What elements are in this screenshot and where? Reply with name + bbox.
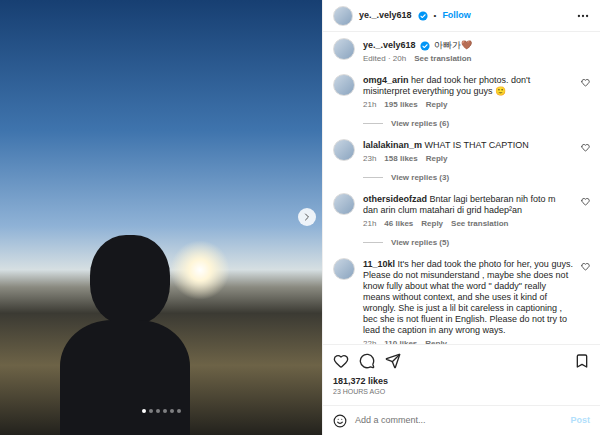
share-icon[interactable] bbox=[385, 353, 401, 369]
carousel-dot[interactable] bbox=[163, 409, 167, 413]
emoji-icon[interactable] bbox=[333, 414, 347, 428]
avatar[interactable] bbox=[333, 74, 355, 96]
caption: ye._.vely618 아빠가🤎 Edited · 20h See translat… bbox=[333, 38, 590, 64]
carousel-dot[interactable] bbox=[177, 409, 181, 413]
username[interactable]: othersideofzad bbox=[363, 194, 427, 204]
comment-icon[interactable] bbox=[359, 353, 375, 369]
verified-icon bbox=[418, 11, 428, 21]
username[interactable]: omg4_arin bbox=[363, 75, 409, 85]
avatar[interactable] bbox=[333, 6, 353, 26]
carousel-dots bbox=[0, 409, 322, 413]
comment-like-icon[interactable] bbox=[581, 143, 590, 152]
media-panel bbox=[0, 0, 322, 435]
post-header: ye._.vely618 • Follow bbox=[323, 0, 600, 32]
carousel-dot[interactable] bbox=[156, 409, 160, 413]
sun-glow bbox=[170, 240, 230, 300]
post-time: 23 HOURS AGO bbox=[333, 387, 590, 397]
next-button[interactable] bbox=[298, 208, 316, 226]
separator: • bbox=[434, 10, 437, 22]
carousel-dot[interactable] bbox=[170, 409, 174, 413]
save-icon[interactable] bbox=[574, 353, 590, 369]
avatar[interactable] bbox=[333, 139, 355, 161]
see-translation[interactable]: See translation bbox=[414, 53, 471, 64]
view-replies[interactable]: View replies (6) bbox=[363, 118, 573, 129]
avatar[interactable] bbox=[333, 193, 355, 215]
comment-likes[interactable]: 46 likes bbox=[384, 218, 413, 229]
edited-time: Edited · 20h bbox=[363, 53, 406, 64]
avatar[interactable] bbox=[333, 258, 355, 280]
comment-text: othersideofzad Bntar lagi bertebaran nih… bbox=[363, 194, 573, 216]
see-translation[interactable]: See translation bbox=[451, 218, 508, 229]
instagram-post: ye._.vely618 • Follow ye._.vely618 아빠가🤎 Edite… bbox=[0, 0, 600, 435]
side-panel: ye._.vely618 • Follow ye._.vely618 아빠가🤎 Edite… bbox=[322, 0, 600, 435]
verified-icon bbox=[420, 41, 430, 51]
view-replies[interactable]: View replies (5) bbox=[363, 237, 573, 248]
carousel-dot[interactable] bbox=[149, 409, 153, 413]
reply-button[interactable]: Reply bbox=[426, 99, 448, 110]
more-icon[interactable] bbox=[576, 9, 590, 23]
caption-text: 아빠가🤎 bbox=[434, 40, 472, 51]
comment-likes[interactable]: 195 likes bbox=[384, 99, 417, 110]
username[interactable]: ye._.vely618 bbox=[363, 40, 416, 51]
comment-likes[interactable]: 158 likes bbox=[384, 153, 417, 164]
comment-like-icon[interactable] bbox=[581, 262, 590, 271]
follow-button[interactable]: Follow bbox=[442, 9, 471, 23]
avatar[interactable] bbox=[333, 38, 355, 60]
reply-button[interactable]: Reply bbox=[421, 218, 443, 229]
username[interactable]: lalalakinan_m bbox=[363, 140, 422, 150]
comment: lalalakinan_m WHAT IS THAT CAPTION 23h 158… bbox=[333, 139, 590, 183]
silhouette bbox=[90, 235, 170, 325]
like-icon[interactable] bbox=[333, 353, 349, 369]
silhouette-body bbox=[60, 320, 190, 435]
comment-box: Add a comment... Post bbox=[323, 405, 600, 435]
comment-time: 21h bbox=[363, 99, 376, 110]
comment: othersideofzad Bntar lagi bertebaran nih… bbox=[333, 193, 590, 248]
comment-time: 21h bbox=[363, 218, 376, 229]
comment-like-icon[interactable] bbox=[581, 197, 590, 206]
carousel-dot[interactable] bbox=[142, 409, 146, 413]
username[interactable]: 11_10kl bbox=[363, 259, 395, 269]
chevron-right-icon bbox=[301, 211, 313, 223]
comment: 11_10kl It's her dad took the photo for … bbox=[333, 258, 590, 344]
comment: omg4_arin her dad took her photos. don't… bbox=[333, 74, 590, 129]
reply-button[interactable]: Reply bbox=[426, 153, 448, 164]
comment-text: omg4_arin her dad took her photos. don't… bbox=[363, 75, 573, 97]
post-button[interactable]: Post bbox=[570, 414, 590, 428]
comment-like-icon[interactable] bbox=[581, 78, 590, 87]
view-replies[interactable]: View replies (3) bbox=[363, 172, 573, 183]
comment-time: 23h bbox=[363, 153, 376, 164]
comment-text: lalalakinan_m WHAT IS THAT CAPTION bbox=[363, 140, 573, 151]
comments-area: ye._.vely618 아빠가🤎 Edited · 20h See translat… bbox=[323, 32, 600, 344]
actions-section: 181,372 likes23 HOURS AGO bbox=[323, 344, 600, 405]
comment-text: 11_10kl It's her dad took the photo for … bbox=[363, 259, 573, 336]
username[interactable]: ye._.vely618 bbox=[359, 9, 412, 23]
likes-count[interactable]: 181,372 likes bbox=[333, 375, 590, 387]
comment-input[interactable]: Add a comment... bbox=[355, 414, 562, 428]
